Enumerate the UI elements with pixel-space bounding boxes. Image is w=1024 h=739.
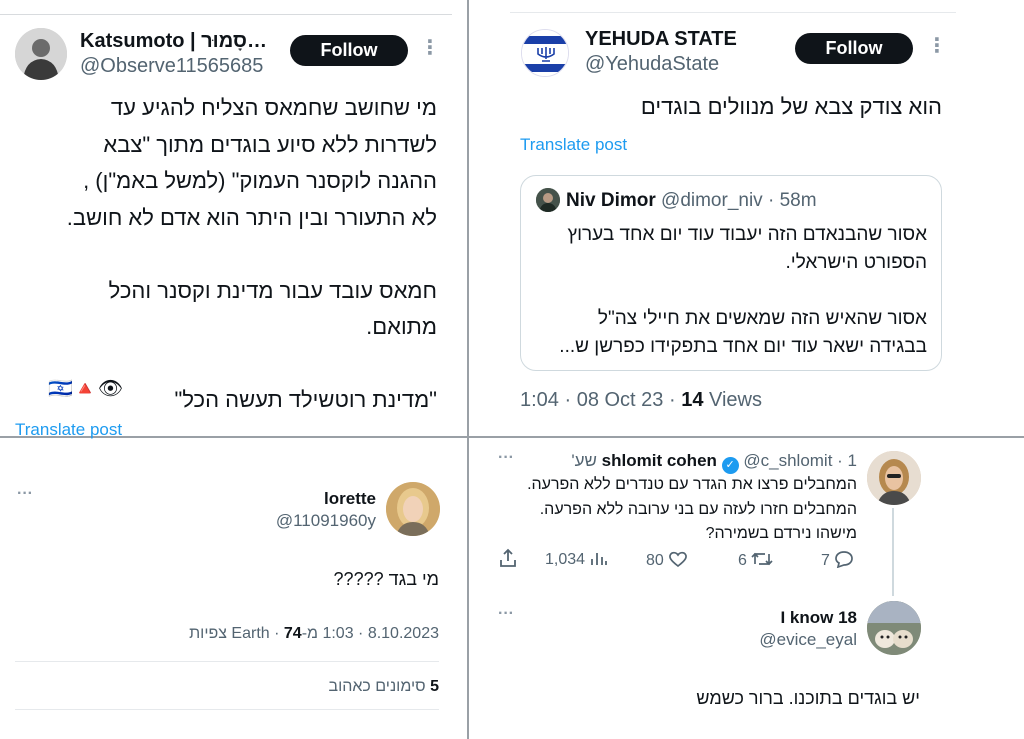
thread-line	[892, 508, 894, 596]
author-name[interactable]: Katsumoto | סָמוּר…	[80, 30, 267, 53]
post-text: מי שחושב שחמאס הצליח להגיע עד לשדרות ללא…	[66, 95, 437, 412]
post-meta: 1:04 · 08 Oct 23 · 14 Views	[520, 389, 762, 412]
follow-button[interactable]: Follow	[795, 33, 913, 64]
post-timestamp[interactable]: 1:04 · 08 Oct 23 ·	[520, 389, 681, 411]
author-handle[interactable]: @11091960y	[276, 511, 376, 531]
top-rule	[0, 14, 452, 15]
retweet-icon	[751, 552, 773, 566]
emoji-icons: 🇮🇱🔺👁	[48, 378, 124, 400]
author-name[interactable]: YEHUDA STATE	[585, 28, 737, 51]
avatar[interactable]	[867, 601, 921, 655]
likes-stat[interactable]: 80	[646, 550, 688, 570]
likes-count: 80	[646, 552, 664, 569]
top-rule	[510, 12, 956, 13]
replies-stat[interactable]: 7	[821, 550, 854, 570]
views-chart-icon	[590, 553, 607, 565]
dogs-photo-icon	[867, 601, 921, 655]
author-name[interactable]: lorette	[324, 489, 376, 509]
quote-avatar	[536, 188, 560, 212]
author-handle[interactable]: @Observe11565685	[80, 55, 263, 78]
verified-badge-icon: ✓	[721, 457, 739, 474]
avatar[interactable]	[521, 29, 569, 77]
separator	[15, 661, 439, 662]
views-count: 14	[681, 389, 704, 411]
views-count: 74	[283, 625, 302, 642]
quote-time: · 58m	[767, 190, 817, 211]
horizontal-divider	[0, 436, 1024, 438]
translate-post-link[interactable]: Translate post	[520, 135, 627, 155]
author-handle[interactable]: @evice_eyal	[759, 630, 857, 650]
replies-count: 7	[821, 552, 830, 569]
post-timestamp[interactable]: 8.10.2023 · 1:03 מ-Earth ·	[231, 625, 439, 642]
menorah-flag-icon	[522, 30, 568, 76]
reply-bubble-icon	[835, 551, 854, 569]
avatar-photo-icon	[867, 451, 921, 505]
more-options-icon[interactable]: ⋮	[420, 38, 440, 58]
views-count: 1,034	[545, 551, 586, 568]
views-label: צפיות	[189, 625, 232, 642]
avatar-photo-icon	[386, 482, 440, 536]
avatar-photo-icon	[536, 188, 560, 212]
translate-post-link[interactable]: Translate post	[15, 420, 122, 440]
likes-summary[interactable]: 5 סימונים כאהוב	[15, 678, 440, 696]
author-name[interactable]: I know 18	[780, 608, 857, 628]
quote-text: אסור שהבנאדם הזה יעבוד עוד יום אחד בערוץ…	[559, 224, 927, 357]
share-icon[interactable]	[498, 548, 518, 573]
reply-text: המחבלים פרצו את הגדר עם טנדרים ללא הפרעה…	[527, 476, 857, 542]
more-options-icon[interactable]: ···	[498, 606, 514, 622]
views-stat[interactable]: 1,034	[545, 550, 608, 569]
reply-text: יש בוגדים בתוכנו. ברור כשמש	[696, 688, 920, 708]
avatar[interactable]	[386, 482, 440, 536]
post-text: הוא צודק צבא של מנוולים בוגדים	[640, 94, 942, 119]
follow-button[interactable]: Follow	[290, 35, 408, 66]
likes-count: 5	[430, 678, 439, 695]
more-options-icon[interactable]: ⋮	[927, 36, 947, 56]
quote-author-name: Niv Dimor	[566, 190, 656, 211]
post-text: מי בגד ?????	[333, 569, 439, 589]
vertical-divider	[467, 0, 469, 739]
retweets-count: 6	[738, 552, 747, 569]
separator	[15, 709, 439, 710]
likes-label: סימונים כאהוב	[328, 678, 431, 695]
author-handle[interactable]: @YehudaState	[585, 53, 719, 76]
more-options-icon[interactable]: ···	[17, 486, 33, 502]
reply-header: shlomit cohen ✓ @c_shlomit · 1 שע'	[500, 451, 857, 474]
author-name[interactable]: shlomit cohen	[602, 451, 717, 470]
avatar[interactable]	[867, 451, 921, 505]
avatar[interactable]	[15, 28, 67, 80]
quote-header: Niv Dimor @dimor_niv · 58m	[566, 190, 817, 212]
post-meta: 8.10.2023 · 1:03 מ-Earth · 74 צפיות	[15, 625, 439, 643]
quoted-post[interactable]: Niv Dimor @dimor_niv · 58m אסור שהבנאדם …	[520, 175, 942, 371]
retweets-stat[interactable]: 6	[738, 550, 773, 570]
quote-author-handle: @dimor_niv	[661, 190, 763, 211]
heart-icon	[669, 551, 688, 568]
views-label: Views	[703, 389, 762, 411]
avatar-photo-icon	[15, 28, 67, 80]
